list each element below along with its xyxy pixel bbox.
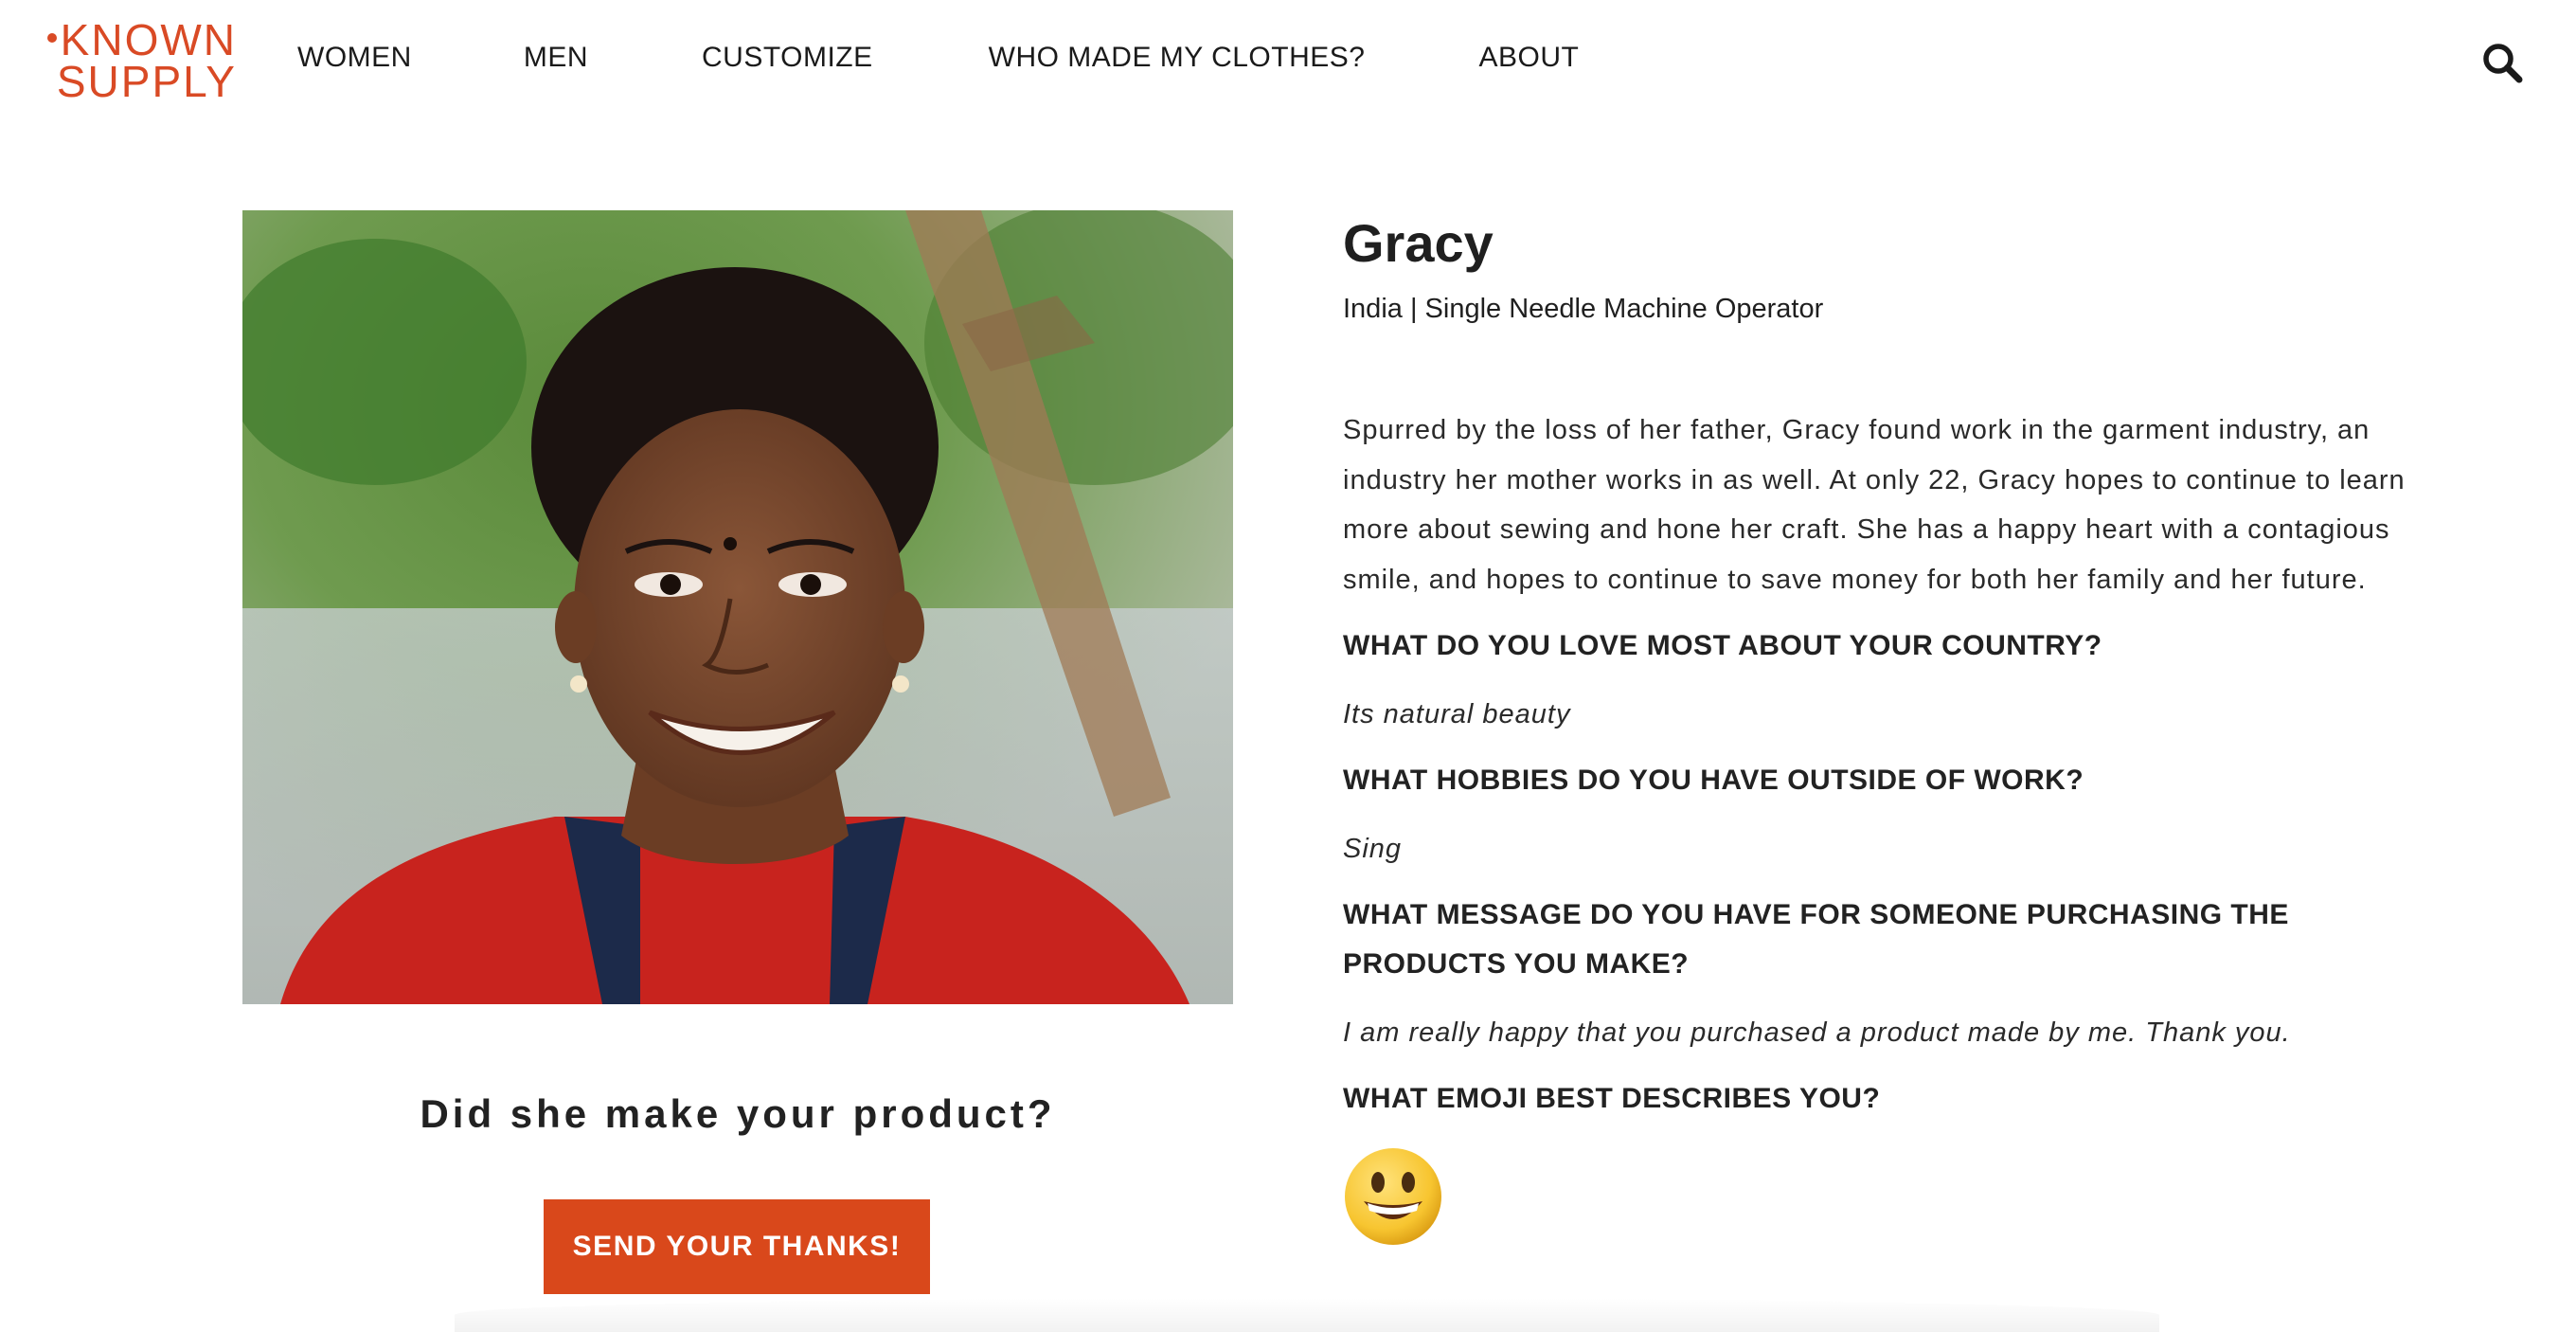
answer-message: I am really happy that you purchased a p… [1343, 1017, 2291, 1048]
nav-item-women[interactable]: WOMEN [297, 42, 412, 74]
maker-bio: Spurred by the loss of her father, Gracy… [1343, 415, 2406, 595]
question-hobbies: WHAT HOBBIES DO YOU HAVE OUTSIDE OF WORK… [1343, 765, 2084, 796]
nav-item-about[interactable]: ABOUT [1478, 42, 1579, 74]
answer-country: Its natural beauty [1343, 699, 1571, 729]
maker-name: Gracy [1343, 213, 1494, 273]
portrait-photo [242, 210, 1233, 1004]
known-supply-logo[interactable]: KNOWN SUPPLY [27, 18, 237, 106]
logo-dot [46, 32, 57, 43]
question-emoji: WHAT EMOJI BEST DESCRIBES YOU? [1343, 1083, 1881, 1114]
search-icon [2483, 44, 2523, 83]
maker-location-role: India | Single Needle Machine Operator [1343, 294, 1824, 324]
answer-hobbies: Sing [1343, 834, 1403, 864]
nav-item-customize[interactable]: CUSTOMIZE [702, 42, 873, 74]
main-nav: WOMEN MEN CUSTOMIZE WHO MADE MY CLOTHES?… [297, 42, 1579, 74]
nav-item-men[interactable]: MEN [524, 42, 588, 74]
send-your-thanks-button[interactable]: SEND YOUR THANKS! [544, 1199, 930, 1294]
footer-shadow [455, 1298, 2159, 1332]
maker-profile: Gracy India | Single Needle Machine Oper… [1343, 210, 2432, 1247]
search-button[interactable] [2479, 40, 2525, 85]
cta-question: Did she make your product? [420, 1091, 1056, 1136]
nav-item-who-made-my-clothes[interactable]: WHO MADE MY CLOTHES? [989, 42, 1366, 74]
grinning-face-emoji-icon [1343, 1146, 1443, 1247]
site-header: KNOWN SUPPLY WOMEN MEN CUSTOMIZE WHO MAD… [0, 0, 2576, 123]
logo-line-2: SUPPLY [56, 57, 237, 106]
question-country: WHAT DO YOU LOVE MOST ABOUT YOUR COUNTRY… [1343, 630, 2102, 661]
question-message: WHAT MESSAGE DO YOU HAVE FOR SOMEONE PUR… [1343, 899, 2289, 980]
